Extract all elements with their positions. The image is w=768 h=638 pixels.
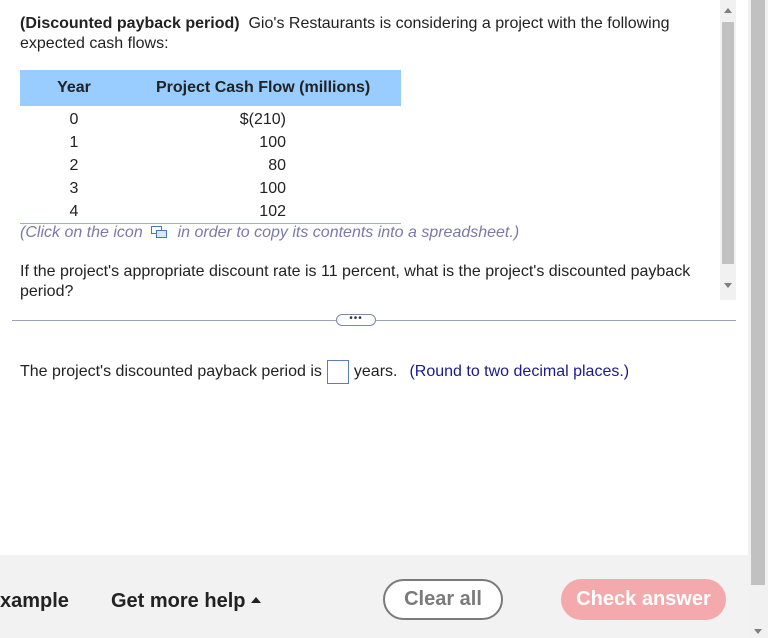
cell-year: 4 (69, 202, 79, 220)
table-row: 3 100 (20, 177, 401, 200)
caret-up-icon (251, 597, 262, 603)
page-scrollbar[interactable] (748, 0, 768, 638)
clear-all-button[interactable]: Clear all (383, 579, 503, 620)
table-row: 1 100 (20, 131, 401, 154)
table-row: 4 102 (20, 200, 401, 223)
expand-button[interactable]: ••• (336, 314, 376, 326)
answer-prefix: The project's discounted payback period … (20, 363, 322, 380)
page-scroll-down-arrow-icon[interactable] (754, 629, 762, 634)
answer-suffix: years. (353, 363, 398, 380)
cell-year: 1 (69, 133, 79, 151)
problem-title: (Discounted payback period) (20, 15, 240, 32)
check-answer-button[interactable]: Check answer (561, 579, 726, 620)
header-cash-flow: Project Cash Flow (millions) (156, 79, 371, 96)
answer-input[interactable] (326, 360, 349, 384)
scroll-down-arrow-icon[interactable] (724, 283, 732, 288)
scroll-up-arrow-icon[interactable] (724, 8, 732, 13)
problem-statement: (Discounted payback period) Gio's Restau… (20, 14, 710, 54)
table-header: Year Project Cash Flow (millions) (20, 70, 401, 106)
cell-year: 2 (69, 156, 79, 174)
cell-flow: 100 (259, 179, 286, 197)
cell-flow: 100 (259, 133, 286, 151)
question-text: If the project's appropriate discount ra… (20, 263, 691, 300)
copy-instruction-before: (Click on the icon (20, 224, 143, 241)
table-row: 0 $(210) (20, 108, 401, 131)
cell-year: 0 (69, 110, 79, 128)
page-scrollbar-thumb[interactable] (751, 0, 765, 585)
footer-bar: xample Get more help Clear all Check ans… (0, 555, 748, 638)
header-year: Year (57, 79, 91, 96)
problem-scrollbar[interactable] (720, 0, 736, 300)
copy-instruction-after: in order to copy its contents into a spr… (177, 224, 520, 241)
scrollbar-thumb[interactable] (722, 22, 734, 264)
cell-flow: 102 (259, 202, 286, 220)
answer-line: The project's discounted payback period … (20, 360, 629, 384)
table-body: 0 $(210) 1 100 2 80 3 100 4 102 (20, 106, 401, 224)
cash-flow-table: Year Project Cash Flow (millions) 0 $(21… (20, 70, 401, 224)
table-row: 2 80 (20, 154, 401, 177)
problem-pane: (Discounted payback period) Gio's Restau… (0, 0, 738, 300)
get-more-help-label: Get more help (111, 590, 246, 612)
cell-year: 3 (69, 179, 79, 197)
cell-flow: 80 (268, 156, 286, 174)
copy-to-spreadsheet-icon[interactable] (151, 226, 168, 238)
view-example-link[interactable]: xample (0, 590, 69, 613)
copy-instruction: (Click on the icon in order to copy its … (20, 224, 519, 242)
cell-flow: $(210) (239, 110, 286, 128)
rounding-hint: (Round to two decimal places.) (409, 363, 630, 380)
get-more-help-button[interactable]: Get more help (111, 590, 262, 613)
